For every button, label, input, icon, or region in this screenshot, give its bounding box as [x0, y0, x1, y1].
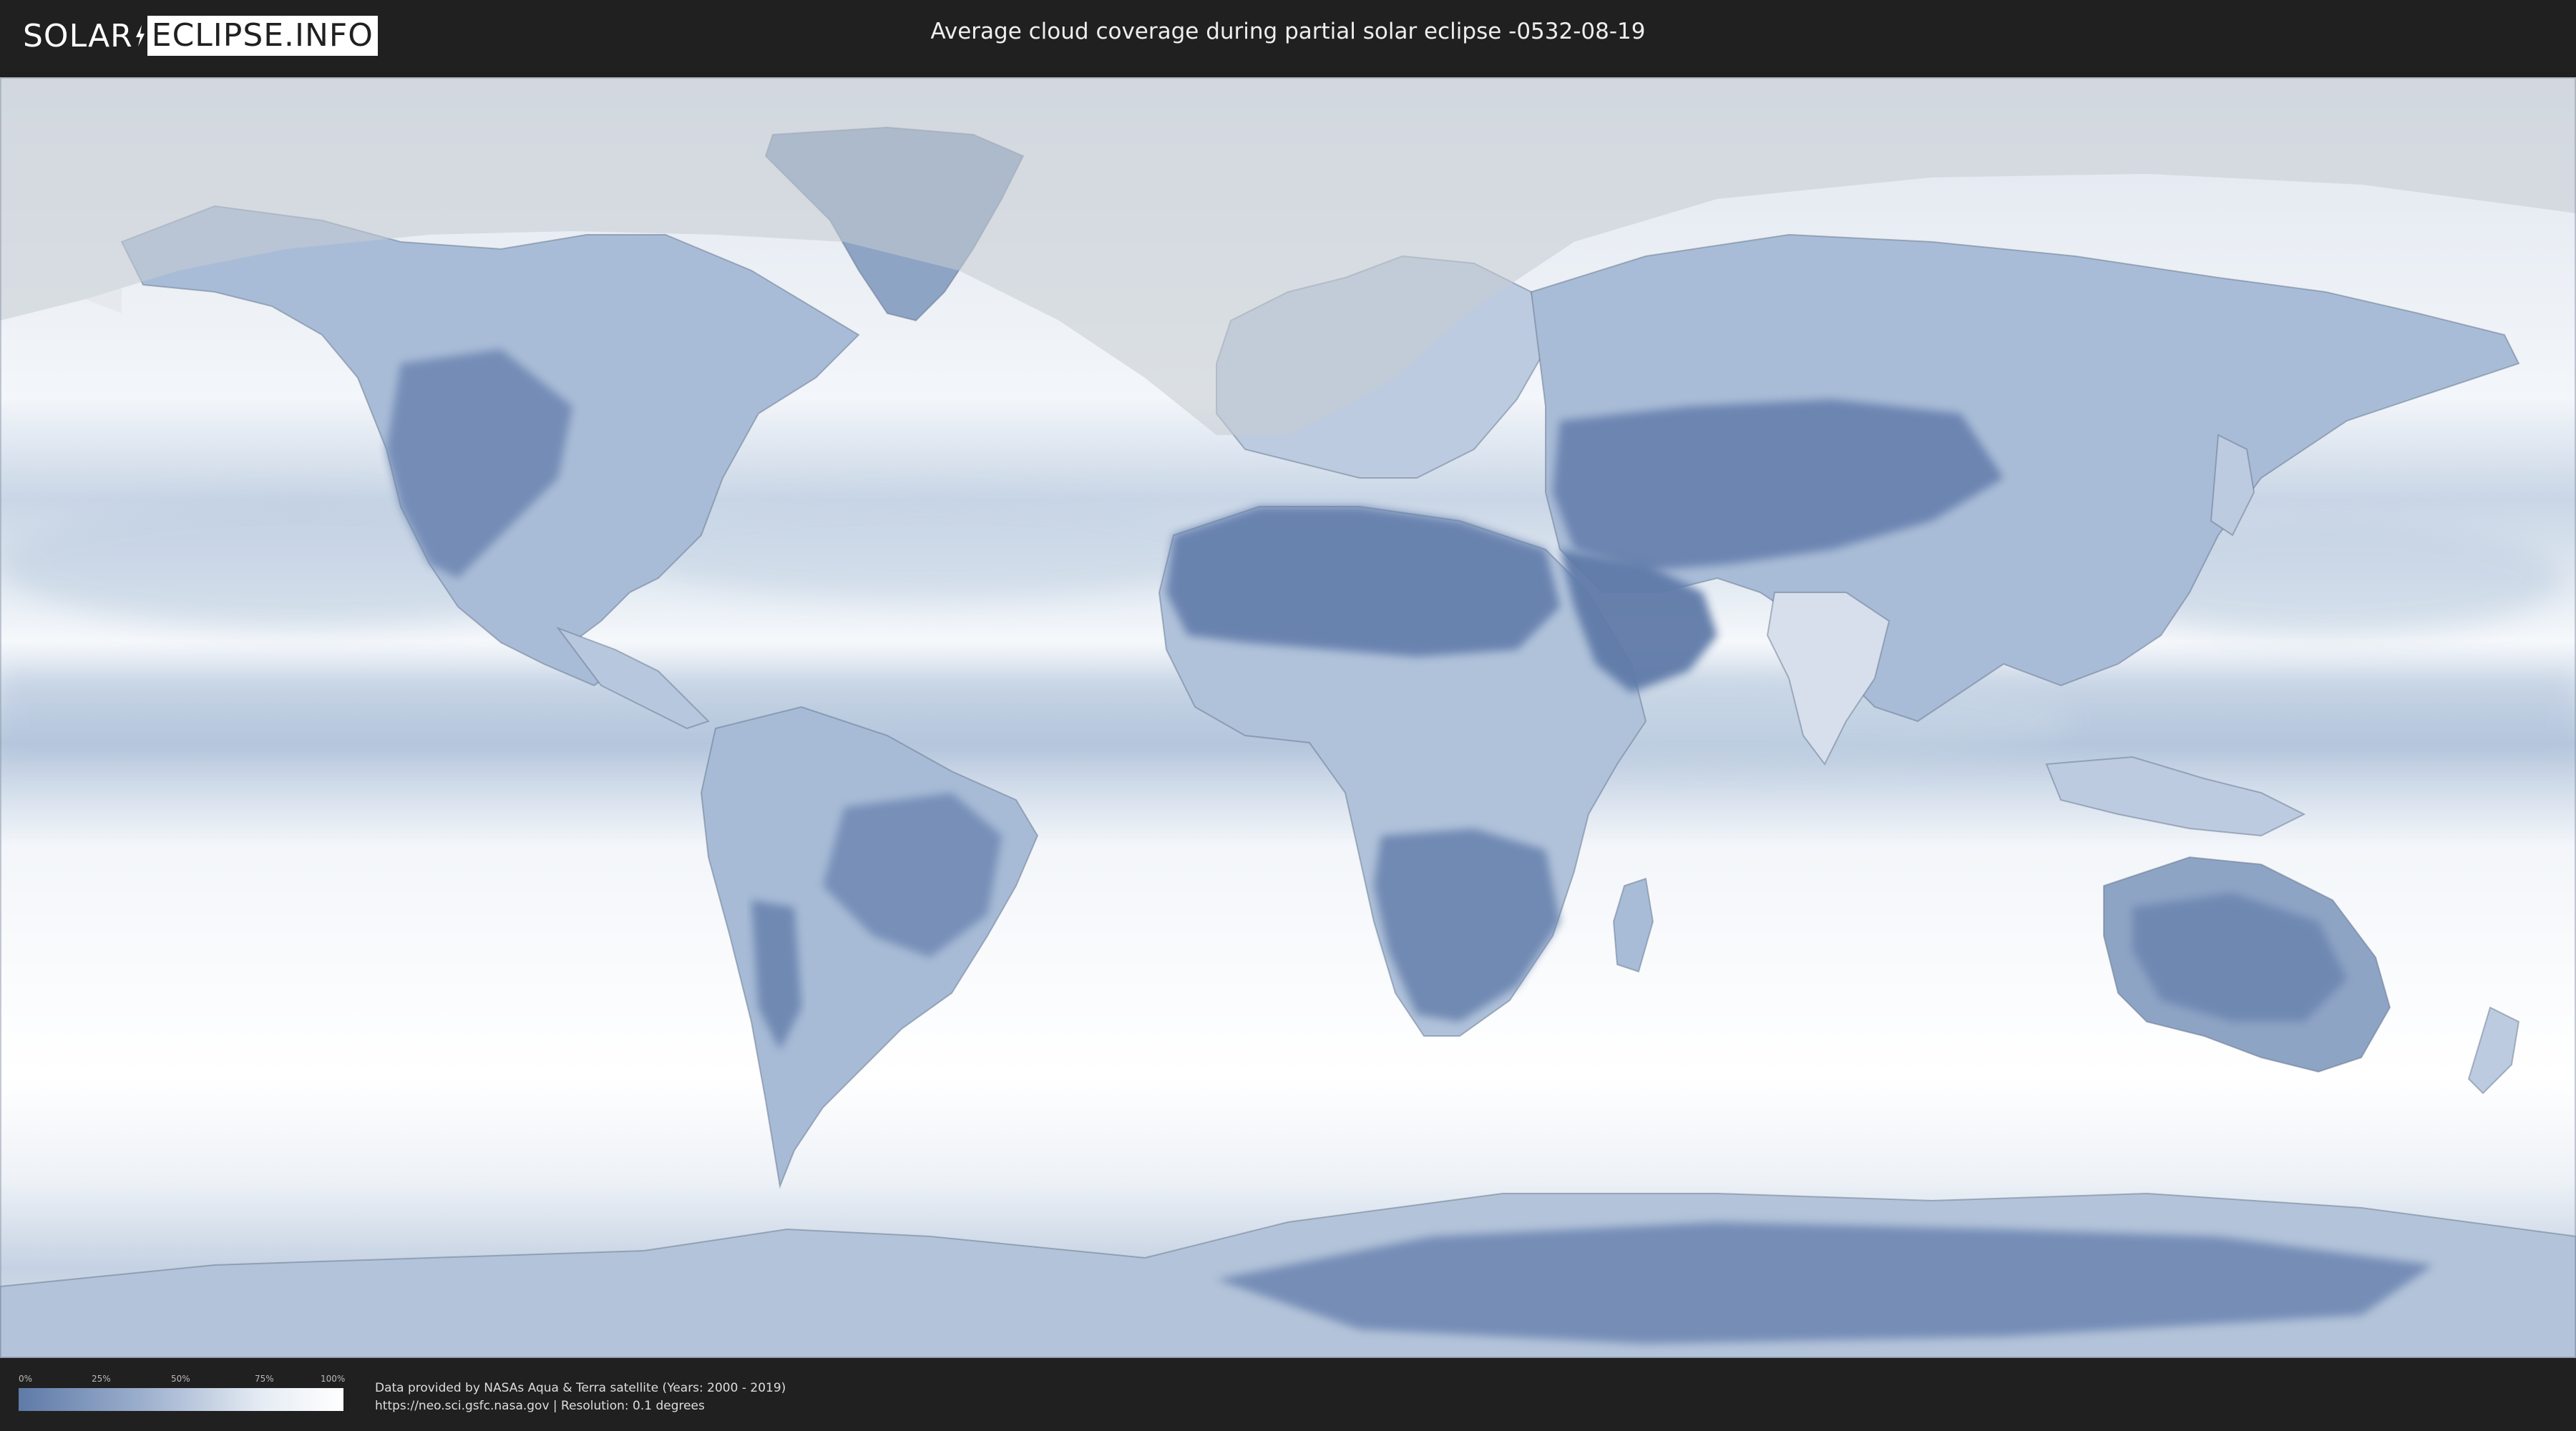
world-map-svg — [0, 77, 2576, 1358]
legend-tick-100: 100% — [321, 1374, 346, 1384]
legend-tick-50: 50% — [171, 1374, 190, 1384]
legend-color-bar — [19, 1388, 343, 1411]
data-credits: Data provided by NASAs Aqua & Terra sate… — [375, 1379, 786, 1415]
legend-tick-25: 25% — [92, 1374, 111, 1384]
legend-tick-0: 0% — [19, 1374, 33, 1384]
cloud-coverage-legend: 0% 25% 50% 75% 100% — [19, 1374, 346, 1411]
shadow-top-left — [0, 77, 122, 321]
header-bar: SOLAR ECLIPSE.INFO Average cloud coverag… — [0, 0, 2576, 72]
page-title: Average cloud coverage during partial so… — [930, 19, 1646, 44]
legend-tick-75: 75% — [255, 1374, 274, 1384]
cloud-coverage-map[interactable] — [0, 77, 2576, 1358]
legend-ticks: 0% 25% 50% 75% 100% — [19, 1374, 346, 1387]
credits-line-1: Data provided by NASAs Aqua & Terra sate… — [375, 1381, 786, 1395]
footer-bar: 0% 25% 50% 75% 100% Data provided by NAS… — [0, 1358, 2576, 1431]
credits-line-2[interactable]: https://neo.sci.gsfc.nasa.gov | Resoluti… — [375, 1397, 786, 1415]
